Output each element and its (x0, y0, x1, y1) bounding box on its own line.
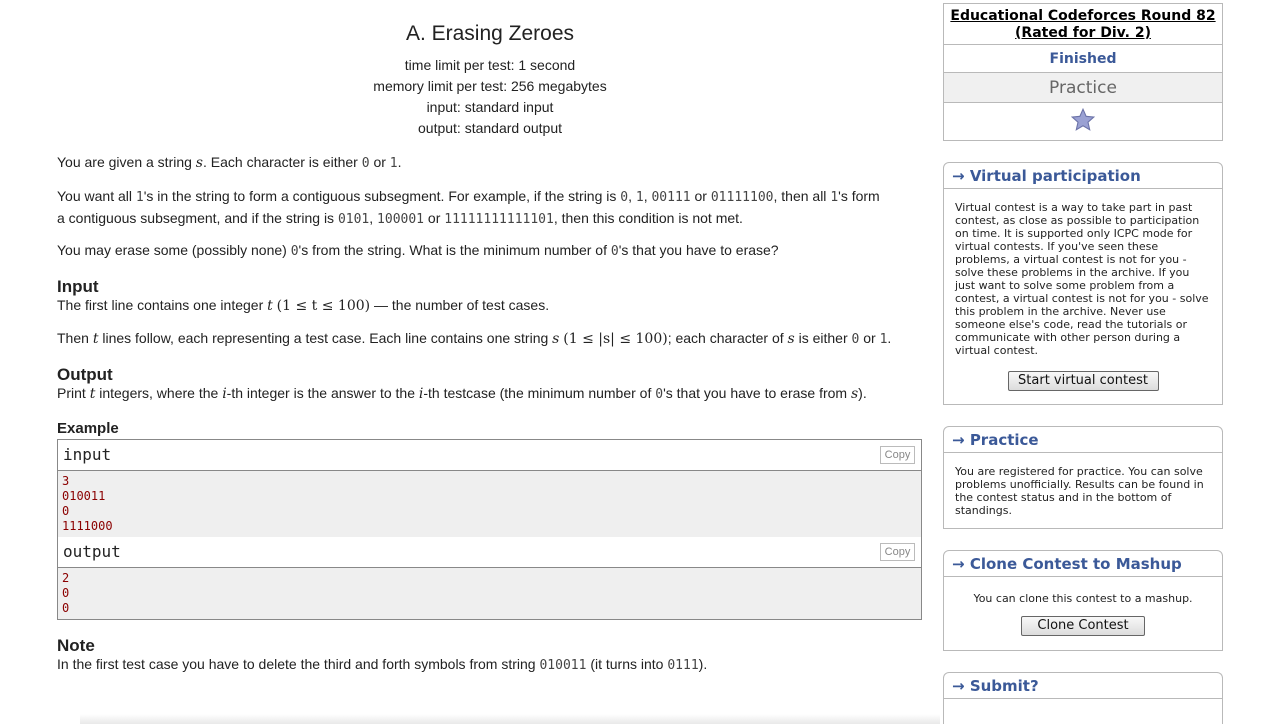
sample-input-content: 3 010011 0 1111000 (58, 471, 921, 537)
submit-box: → Submit? (943, 672, 1223, 724)
contest-status: Finished (944, 45, 1222, 73)
clone-contest-title: → Clone Contest to Mashup (944, 551, 1222, 577)
sample-output-line: 0 (62, 586, 70, 600)
clone-contest-button[interactable]: Clone Contest (1021, 616, 1145, 636)
statement-paragraph-1: You are given a string s. Each character… (57, 154, 402, 171)
input-line-2: Then t lines follow, each representing a… (57, 330, 892, 347)
memory-limit: memory limit per test: 256 megabytes (373, 78, 607, 94)
sample-output-label: output (63, 542, 121, 561)
virtual-participation-title: → Virtual participation (944, 163, 1222, 189)
submit-title: → Submit? (944, 673, 1222, 699)
arrow-right-icon: → (952, 167, 965, 185)
sample-input-line: 3 (62, 474, 70, 488)
sample-input-header: input Copy (58, 440, 921, 471)
sample-input-line: 0 (62, 504, 70, 518)
sample-output-content: 2 0 0 (58, 568, 921, 619)
statement-paragraph-2: You want all 1's in the string to form a… (57, 188, 880, 227)
sample-output-line: 0 (62, 601, 70, 615)
arrow-right-icon: → (952, 555, 965, 573)
start-virtual-contest-button[interactable]: Start virtual contest (1007, 371, 1159, 391)
contest-name-link[interactable]: Educational Codeforces Round 82 (Rated f… (944, 4, 1222, 45)
note-title: Note (57, 636, 95, 655)
input-section-title: Input (57, 277, 99, 296)
virtual-participation-text: Virtual contest is a way to take part in… (955, 201, 1209, 357)
sample-input-label: input (63, 445, 112, 464)
arrow-right-icon: → (952, 677, 965, 695)
output-line: Print t integers, where the i-th integer… (57, 385, 867, 402)
input-type: input: standard input (426, 99, 554, 115)
copy-output-button[interactable]: Copy (880, 543, 915, 561)
problem-title: A. Erasing Zeroes (405, 22, 575, 45)
clone-contest-text: You can clone this contest to a mashup. (973, 592, 1193, 605)
output-type: output: standard output (418, 120, 562, 136)
sample-input-line: 1111000 (62, 519, 113, 533)
example-title: Example (57, 420, 119, 437)
time-limit: time limit per test: 1 second (404, 57, 576, 73)
input-line-1: The first line contains one integer t (1… (57, 297, 550, 314)
arrow-right-icon: → (952, 431, 965, 449)
copy-input-button[interactable]: Copy (880, 446, 915, 464)
sample-input: input Copy 3 010011 0 1111000 (57, 439, 922, 538)
sample-output-header: output Copy (58, 537, 921, 568)
sample-output: output Copy 2 0 0 (57, 537, 922, 620)
output-section-title: Output (57, 365, 113, 384)
practice-box-title: → Practice (944, 427, 1222, 453)
practice-box: → Practice You are registered for practi… (943, 426, 1223, 529)
bottom-shadow (80, 714, 940, 724)
practice-link[interactable]: Practice (944, 73, 1222, 103)
statement-paragraph-3: You may erase some (possibly none) 0's f… (57, 242, 779, 259)
sample-output-line: 2 (62, 571, 70, 585)
practice-box-text: You are registered for practice. You can… (955, 465, 1204, 517)
sample-input-line: 010011 (62, 489, 106, 503)
favourite-star[interactable] (944, 103, 1222, 140)
virtual-participation-box: → Virtual participation Virtual contest … (943, 162, 1223, 405)
note-text: In the first test case you have to delet… (57, 656, 708, 673)
contest-info-box: Educational Codeforces Round 82 (Rated f… (943, 3, 1223, 141)
star-icon[interactable] (1070, 107, 1096, 133)
clone-contest-box: → Clone Contest to Mashup You can clone … (943, 550, 1223, 651)
